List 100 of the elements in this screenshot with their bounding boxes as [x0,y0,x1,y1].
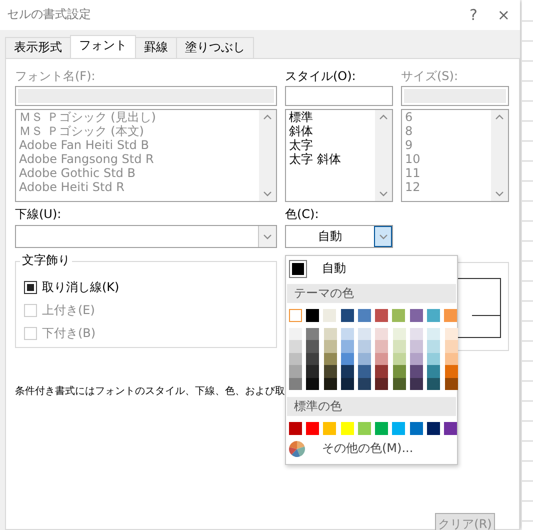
color-swatch[interactable] [426,422,440,435]
color-swatch[interactable] [410,340,424,353]
menu-item[interactable]: 自動 [322,261,346,277]
color-swatch[interactable] [410,309,423,322]
tab[interactable]: フォント [70,35,136,59]
color-swatch[interactable] [340,309,354,322]
color-swatch[interactable] [358,328,372,340]
color-swatch[interactable] [410,352,424,366]
info-text: 条件付き書式にはフォントのスタイル、下線、色、および取 [15,385,283,399]
color-swatch[interactable] [358,365,372,378]
scroll-down-icon[interactable] [379,191,388,197]
font-style-list-item[interactable]: 太字 [289,138,372,152]
color-swatch[interactable] [289,328,302,340]
color-swatch[interactable] [444,328,458,340]
scroll-up-icon[interactable] [379,114,388,120]
color-swatch[interactable] [375,352,388,366]
color-swatch[interactable] [392,365,406,378]
color-swatch[interactable] [444,352,458,366]
color-swatch[interactable] [324,340,337,353]
color-swatch[interactable] [410,365,424,378]
color-swatch[interactable] [426,309,440,322]
color-swatch[interactable] [392,340,406,353]
color-swatch[interactable] [375,328,388,340]
color-swatch[interactable] [340,378,354,390]
color-swatch[interactable] [410,422,423,435]
color-swatch[interactable] [324,365,337,378]
color-swatch[interactable] [358,378,372,390]
color-swatch[interactable] [324,378,337,390]
color-swatch[interactable] [358,352,372,366]
color-swatch[interactable] [306,352,320,366]
font-style-field[interactable] [285,86,393,106]
color-swatch[interactable] [392,309,406,322]
color-swatch[interactable] [289,352,302,366]
scroll-down-icon[interactable] [263,191,272,197]
font-style-list-item[interactable]: 標準 [289,110,372,124]
scroll-down-icon[interactable] [495,191,504,197]
color-swatch[interactable] [289,378,302,390]
scrollbar[interactable] [375,110,392,201]
color-swatch[interactable] [375,365,388,378]
font-style-list-item[interactable]: 太字 斜体 [289,152,372,166]
color-swatch[interactable] [340,365,354,378]
scrollbar[interactable] [491,110,508,201]
color-swatch[interactable] [340,340,354,353]
color-swatch[interactable] [427,378,440,390]
color-swatch[interactable] [427,365,440,378]
color-swatch[interactable] [375,378,388,390]
scrollbar[interactable] [259,110,276,201]
help-button[interactable]: ? [459,8,488,22]
color-swatch[interactable] [306,340,320,353]
color-swatch[interactable] [444,378,458,390]
scroll-up-icon[interactable] [263,114,272,120]
color-swatch[interactable] [340,422,354,435]
color-swatch[interactable] [444,365,458,378]
section-heading: テーマの色 [287,284,456,303]
color-swatch[interactable] [392,352,406,366]
color-swatch[interactable] [375,340,388,353]
color-swatch[interactable] [323,422,336,435]
color-dropdown[interactable]: 自動 [285,225,393,248]
automatic-color-swatch[interactable] [289,260,307,278]
menu-item[interactable]: その他の色(M)... [322,441,414,457]
color-swatch[interactable] [306,328,320,340]
color-swatch[interactable] [392,378,406,390]
color-swatch[interactable] [340,328,354,340]
color-swatch[interactable] [375,309,388,322]
color-swatch[interactable] [289,309,302,322]
color-swatch[interactable] [444,309,458,322]
color-swatch[interactable] [444,340,458,353]
scroll-up-icon[interactable] [495,114,504,120]
color-swatch[interactable] [358,340,372,353]
color-swatch[interactable] [324,352,337,366]
color-swatch[interactable] [358,309,371,322]
color-swatch[interactable] [444,422,458,435]
font-style-list[interactable]: 標準 斜体 太字 太字 斜体 [285,109,393,202]
color-swatch[interactable] [289,365,302,378]
color-swatch[interactable] [306,365,320,378]
tab[interactable]: 表示形式 [5,37,71,58]
color-swatch[interactable] [306,378,320,390]
color-swatch[interactable] [410,378,424,390]
color-swatch[interactable] [375,422,388,435]
color-swatch[interactable] [427,328,440,340]
color-swatch[interactable] [289,422,302,435]
color-swatch[interactable] [340,352,354,366]
color-swatch[interactable] [410,328,424,340]
color-swatch[interactable] [427,340,440,353]
tab[interactable]: 塗りつぶし [176,37,254,58]
color-swatch[interactable] [358,422,371,435]
color-swatch[interactable] [392,328,406,340]
color-swatch[interactable] [323,309,336,322]
color-swatch[interactable] [306,422,320,435]
color-swatch[interactable] [306,309,320,322]
close-button[interactable]: × [487,8,520,22]
color-swatch[interactable] [427,352,440,366]
font-style-list-item[interactable]: 斜体 [289,124,372,138]
checkbox[interactable] [24,281,37,294]
checkbox-label[interactable]: 取り消し線(K) [42,280,120,296]
color-swatch[interactable] [324,328,337,340]
field-label: 色(C): [285,207,320,223]
color-swatch[interactable] [392,422,406,435]
underline-dropdown[interactable] [15,225,277,248]
color-swatch[interactable] [289,340,302,353]
